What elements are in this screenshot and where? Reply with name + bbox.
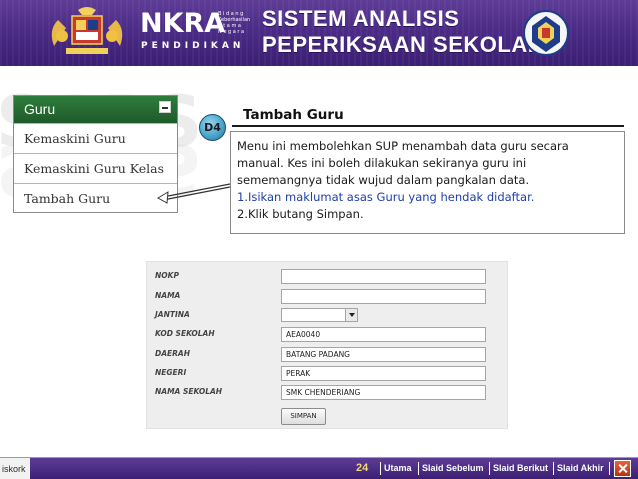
form-row-nama-sekolah: NAMA SEKOLAH SMK CHENDERIANG — [147, 384, 507, 402]
field-label: JANTINA — [155, 310, 190, 319]
callout-description-box: Menu ini membolehkan SUP menambah data g… — [230, 131, 625, 234]
simpan-button[interactable]: SIMPAN — [281, 408, 326, 425]
nkra-logo-subtext: B i d a n g Keberhasilan U t a m a N e g… — [218, 11, 251, 35]
nkra-tagline: PENDIDIKAN — [141, 41, 245, 51]
menu-item-label: Kemaskini Guru — [24, 131, 126, 146]
negeri-input[interactable]: PERAK — [281, 366, 486, 381]
field-label: NOKP — [155, 271, 179, 280]
malaysia-crest-icon — [51, 7, 123, 54]
callout-step: 2.Klik butang Simpan. — [237, 207, 364, 221]
form-row-nokp: NOKP — [147, 268, 507, 286]
nav-slaid-sebelum-link[interactable]: Slaid Sebelum — [422, 463, 484, 473]
daerah-input[interactable]: BATANG PADANG — [281, 347, 486, 362]
menu-header[interactable]: Guru — [14, 96, 177, 123]
menu-item-tambah-guru[interactable]: Tambah Guru — [14, 183, 177, 213]
slide-number: 24 — [356, 462, 369, 474]
nav-separator — [609, 462, 610, 475]
menu-header-label: Guru — [24, 101, 56, 117]
field-label: NAMA — [155, 291, 181, 300]
nav-separator — [553, 462, 554, 475]
nav-separator — [418, 462, 419, 475]
menu-item-kemaskini-guru[interactable]: Kemaskini Guru — [14, 123, 177, 153]
nkra-logo: NKRA B i d a n g Keberhasilan U t a m a … — [140, 8, 252, 58]
callout-line: sememangnya tidak wujud dalam pangkalan … — [237, 173, 530, 187]
nama-input[interactable] — [281, 289, 486, 304]
header-banner: NKRA B i d a n g Keberhasilan U t a m a … — [0, 0, 638, 66]
footer-nav-bar: iskork 24 Utama Slaid Sebelum Slaid Beri… — [0, 457, 638, 479]
step-badge: D4 — [199, 114, 226, 141]
nav-separator — [380, 462, 381, 475]
close-icon[interactable] — [614, 460, 631, 477]
form-row-nama: NAMA — [147, 288, 507, 306]
field-label: DAERAH — [155, 349, 191, 358]
nkra-logo-text: NKRA — [140, 8, 226, 39]
menu-item-kemaskini-guru-kelas[interactable]: Kemaskini Guru Kelas — [14, 153, 177, 183]
nokp-input[interactable] — [281, 269, 486, 284]
form-row-kod-sekolah: KOD SEKOLAH AEA0040 — [147, 326, 507, 344]
field-label: KOD SEKOLAH — [155, 329, 215, 338]
guru-menu-panel: Guru Kemaskini Guru Kemaskini Guru Kelas… — [13, 95, 178, 213]
field-label: NEGERI — [155, 368, 187, 377]
form-row-jantina: JANTINA — [147, 307, 507, 325]
kod-sekolah-input[interactable]: AEA0040 — [281, 327, 486, 342]
chevron-down-icon[interactable] — [345, 309, 357, 321]
app-title-line1: SISTEM ANALISIS — [262, 6, 460, 31]
callout-line: manual. Kes ini boleh dilakukan sekirany… — [237, 156, 527, 170]
nav-utama-link[interactable]: Utama — [384, 463, 412, 473]
nav-slaid-akhir-link[interactable]: Slaid Akhir — [557, 463, 604, 473]
field-label: NAMA SEKOLAH — [155, 387, 223, 396]
callout-divider — [232, 125, 624, 127]
nav-separator — [489, 462, 490, 475]
callout-step: 1.Isikan maklumat asas Guru yang hendak … — [237, 190, 535, 204]
step-badge-label: D4 — [204, 121, 221, 134]
nama-sekolah-input[interactable]: SMK CHENDERIANG — [281, 385, 486, 400]
menu-item-label: Tambah Guru — [24, 191, 111, 206]
nav-slaid-berikut-link[interactable]: Slaid Berikut — [493, 463, 548, 473]
form-row-daerah: DAERAH BATANG PADANG — [147, 346, 507, 364]
footer-brand: iskork — [2, 464, 26, 474]
app-title-line2: PEPERIKSAAN SEKOLAH — [262, 32, 545, 57]
form-row-negeri: NEGERI PERAK — [147, 365, 507, 383]
callout-line: Menu ini membolehkan SUP menambah data g… — [237, 139, 569, 153]
tambah-guru-form: NOKP NAMA JANTINA KOD SEKOLAH AEA0040 DA… — [146, 261, 508, 429]
collapse-icon[interactable] — [159, 101, 171, 113]
ministry-emblem-icon — [523, 10, 569, 56]
callout-title: Tambah Guru — [243, 107, 344, 123]
menu-item-label: Kemaskini Guru Kelas — [24, 161, 165, 176]
jantina-select[interactable] — [281, 308, 358, 322]
